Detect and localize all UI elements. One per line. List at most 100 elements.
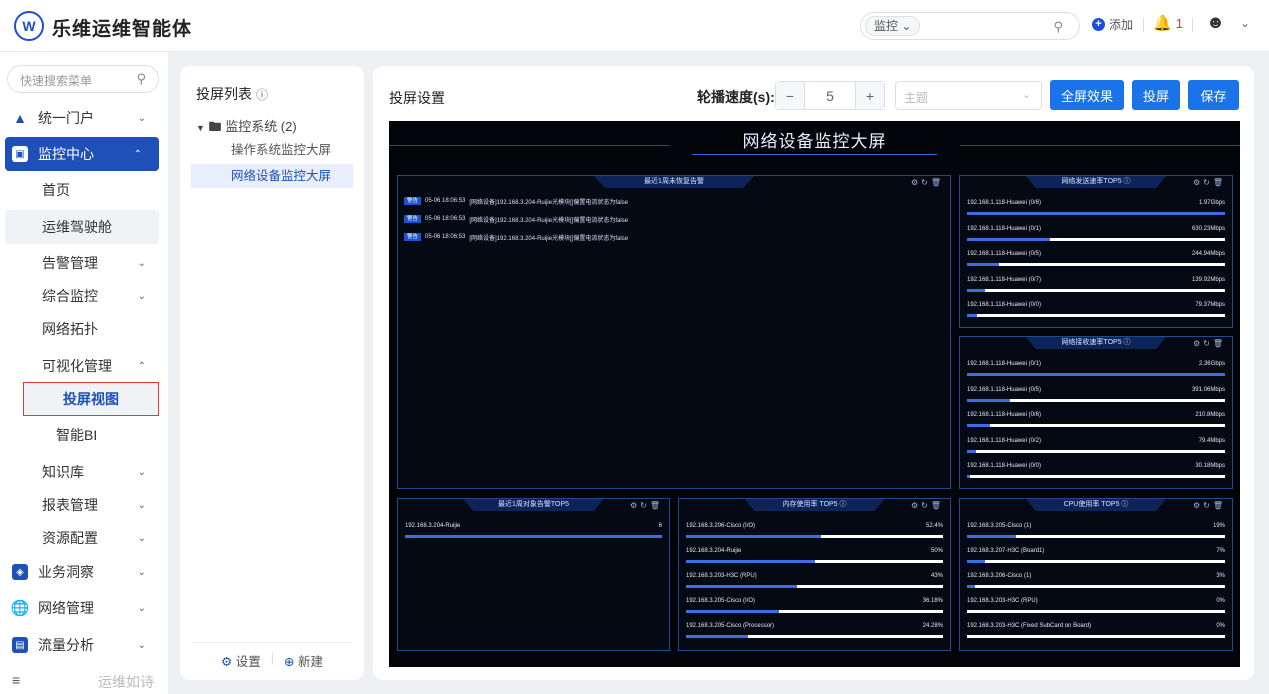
rank-name: 192.168.3.205-Cisco (Processor) [686,623,775,629]
rank-bar-fill [686,535,821,538]
tree-item-os-screen[interactable]: 操作系统监控大屏 [191,138,353,162]
alarm-level-badge: 警告 [404,233,422,241]
alarm-text: [网络设备]192.168.3.204-Ruijie光模块[]偏置电流状态为fa… [469,199,629,206]
search-scope-select[interactable]: 监控 ⌄ [865,16,921,36]
sidebar-item-integrated-monitor[interactable]: 综合监控 ⌄ [0,279,168,313]
sidebar-item-knowledge[interactable]: 知识库 ⌄ [0,455,168,489]
rank-bar-track [967,263,1225,266]
menu-search-input[interactable]: 快速搜索菜单 ⚲ [7,65,159,93]
alarm-item[interactable]: 警告 05-06 18:06:53 [网络设备]192.168.3.204-Ruij… [404,232,628,242]
panel-tools[interactable]: ⚙↻🗑 [911,501,944,510]
rank-bar-fill [686,560,815,563]
rank-value: 0% [1216,598,1225,604]
chevron-down-icon: ⌄ [137,112,146,124]
page-title: 投屏设置 [389,90,445,106]
rank-value: 0% [1216,623,1225,629]
tree-item-network-screen[interactable]: 网络设备监控大屏 [191,164,353,188]
panel-tools[interactable]: ⚙↻🗑 [1193,178,1226,187]
rank-bar-fill [967,212,1225,215]
sidebar-item-visual-mgmt[interactable]: 可视化管理 ⌃ [0,349,168,383]
rank-bar-fill [686,585,797,588]
rank-row: 192.168.1.118-Huawei (0/5) 391.06Mbps [967,387,1225,411]
speed-input[interactable]: 5 [804,82,856,109]
rank-name: 192.168.1.118-Huawei (0/2) [967,437,1041,444]
chevron-down-icon: ⌄ [137,532,146,544]
sidebar-item-ops-cockpit[interactable]: 运维驾驶舱 [5,210,159,244]
rank-bar-track [967,535,1225,538]
folder-icon: 🖿 [208,119,222,134]
sidebar-item-traffic[interactable]: ▤ 流量分析 ⌄ [0,628,168,662]
rank-row: 192.168.1.118-Huawei (0/5) 244.94Mbps [967,251,1225,275]
panel-tools[interactable]: ⚙↻🗑 [1193,339,1226,348]
rank-name: 192.168.1.118-Huawei (0/7) [967,276,1041,283]
rank-bar-track [967,212,1225,215]
alarm-item[interactable]: 警告 05-06 18:06:53 [网络设备]192.168.3.204-Ruij… [404,214,628,224]
sidebar-item-monitor-center[interactable]: ▣ 监控中心 ⌃ [5,137,159,171]
rank-bar-fill [967,263,999,266]
sidebar-item-cast-view[interactable]: 投屏视图 [23,382,159,416]
sidebar-item-resources[interactable]: 资源配置 ⌄ [0,521,168,555]
user-icon[interactable]: ☻ [1206,12,1225,33]
sidebar-item-reports[interactable]: 报表管理 ⌄ [0,488,168,522]
rank-row: 192.168.3.204-Ruijie 6 [405,523,662,547]
chevron-down-icon[interactable]: ⌄ [1240,16,1250,30]
panel-tools[interactable]: ⚙↻🗑 [1193,501,1226,510]
new-button[interactable]: ⊕ 新建 [284,651,323,670]
rank-bar-track [686,560,943,563]
increment-button[interactable]: + [856,82,884,109]
tree-group-monitor[interactable]: ▼ 🖿 监控系统 (2) [196,116,297,140]
collapse-menu-icon[interactable]: ≡ [12,672,20,688]
rank-name: 192.168.1.118-Huawei (0/0) [967,302,1041,308]
search-icon[interactable]: ⚲ [1053,19,1063,35]
add-button[interactable]: + 添加 [1092,16,1133,33]
rank-bar-track [405,535,662,538]
panel-tools[interactable]: ⚙↻🗑 [630,501,663,510]
rank-row: 192.168.3.203-H3C (RPU) 43% [686,573,943,597]
alarm-item[interactable]: 警告 05-06 18:06:53 [网络设备]192.168.3.204-Ruij… [404,196,628,206]
theme-select[interactable]: 主题 ⌄ [895,81,1042,110]
panel-title: 最近1周对象告警TOP5 [463,499,604,511]
chevron-down-icon: ⌄ [1021,89,1031,101]
globe-icon: 🌐 [10,600,30,617]
global-search[interactable]: 监控 ⌄ ⚲ [860,12,1080,40]
alarm-time: 05-06 18:06:53 [425,234,466,240]
rank-row: 192.168.3.206-Cisco (I/O) 52.4% [686,523,943,547]
sidebar-item-home[interactable]: 首页 [0,173,168,207]
sidebar: 快速搜索菜单 ⚲ ▲ 统一门户 ⌄ ▣ 监控中心 ⌃ 首页 运维驾驶舱 告警管理… [0,52,168,694]
sidebar-item-portal[interactable]: ▲ 统一门户 ⌄ [0,101,168,135]
rank-bar-track [967,560,1225,563]
fullscreen-preview-button[interactable]: 全屏效果 [1050,80,1124,110]
rank-bar-track [967,585,1225,588]
plus-icon: + [1092,18,1105,31]
settings-button[interactable]: ⚙ 设置 [221,651,261,670]
sidebar-item-topology[interactable]: 网络拓扑 [0,312,168,346]
speed-stepper[interactable]: − 5 + [775,81,885,110]
alarm-time: 05-06 18:06:53 [425,216,466,222]
rank-value: 36.18% [922,598,943,604]
rank-value: 79.37Mbps [1195,302,1225,308]
rank-name: 192.168.3.203-H3C (RPU) [686,573,757,579]
rank-bar-fill [686,635,749,638]
cast-button[interactable]: 投屏 [1132,80,1180,110]
rank-value: 24.28% [922,623,943,629]
rank-name: 192.168.3.204-Ruijie [405,523,461,529]
sidebar-item-smart-bi[interactable]: 智能BI [0,418,168,452]
rank-row: 192.168.1.118-Huawei (0/0) 79.37Mbps [967,302,1225,326]
rank-value: 79.4Mbps [1198,437,1225,444]
sidebar-item-alarm-mgmt[interactable]: 告警管理 ⌄ [0,246,168,280]
decrement-button[interactable]: − [776,82,804,109]
rank-row: 192.168.1.118-Huawei (0/0) 30.18Mbps [967,463,1225,487]
chevron-down-icon: ⌄ [137,566,146,578]
rank-name: 192.168.3.205-Cisco (I/O) [686,598,756,604]
rank-name: 192.168.1.118-Huawei (0/5) [967,386,1041,393]
sidebar-item-network-mgmt[interactable]: 🌐 网络管理 ⌄ [0,591,168,625]
alert-button[interactable]: 🔔 1 [1153,14,1183,32]
rank-bar-track [686,610,943,613]
sidebar-slogan: 运维如诗 [98,674,154,690]
save-button[interactable]: 保存 [1188,80,1239,110]
panel-tools[interactable]: ⚙↻🗑 [911,178,944,187]
gear-icon: ⚙ [221,655,233,669]
info-icon: ⓘ [256,88,269,102]
sidebar-item-business-insight[interactable]: ◈ 业务洞察 ⌄ [0,555,168,589]
rank-name: 192.168.3.203-H3C (Fixed SubCard on Boar… [967,623,1092,629]
